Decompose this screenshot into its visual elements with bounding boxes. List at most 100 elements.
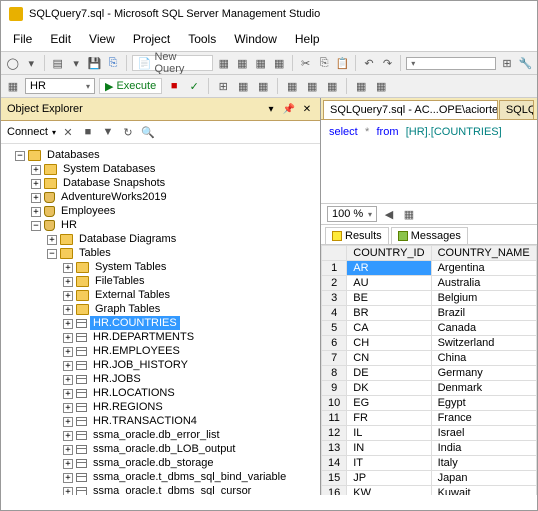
- expand-icon[interactable]: +: [63, 403, 73, 413]
- tree-table-errorlist[interactable]: ssma_oracle.db_error_list: [90, 428, 223, 442]
- tab-sqlquery7[interactable]: SQLQuery7.sql - AC...OPE\aciortea (70))*…: [323, 100, 498, 119]
- tree-table-employees[interactable]: HR.EMPLOYEES: [90, 344, 183, 358]
- new-query-button[interactable]: 📄 New Query: [132, 55, 213, 71]
- oe-stop-icon[interactable]: ■: [80, 124, 96, 140]
- expand-icon[interactable]: +: [63, 319, 73, 329]
- expand-icon[interactable]: −: [31, 221, 41, 231]
- cell-country-id[interactable]: IT: [347, 456, 431, 471]
- database-selector[interactable]: HR▾: [25, 78, 95, 94]
- tree-external-tables[interactable]: External Tables: [92, 288, 173, 302]
- tree-filetables[interactable]: FileTables: [92, 274, 148, 288]
- table-row[interactable]: 11FRFrance1: [322, 411, 538, 426]
- cell-region-id[interactable]: 3: [536, 351, 537, 366]
- tree-table-regions[interactable]: HR.REGIONS: [90, 400, 166, 414]
- cell-region-id[interactable]: 2: [536, 321, 537, 336]
- expand-icon[interactable]: +: [63, 445, 73, 455]
- expand-icon[interactable]: +: [63, 333, 73, 343]
- row-header[interactable]: 13: [322, 441, 347, 456]
- menu-view[interactable]: View: [81, 29, 123, 49]
- opt2-icon[interactable]: ▦: [304, 78, 320, 94]
- db2-icon[interactable]: ▦: [235, 55, 250, 71]
- tree-table-departments[interactable]: HR.DEPARTMENTS: [90, 330, 197, 344]
- expand-icon[interactable]: +: [63, 417, 73, 427]
- table-row[interactable]: 15JPJapan3: [322, 471, 538, 486]
- cell-country-id[interactable]: CN: [347, 351, 431, 366]
- cell-region-id[interactable]: 1: [536, 456, 537, 471]
- menu-project[interactable]: Project: [125, 29, 178, 49]
- cell-country-name[interactable]: Kuwait: [431, 486, 536, 496]
- table-row[interactable]: 13INIndia3: [322, 441, 538, 456]
- expand-icon[interactable]: +: [31, 165, 41, 175]
- table-row[interactable]: 2AUAustralia3: [322, 276, 538, 291]
- tree-db-snapshots[interactable]: Database Snapshots: [60, 176, 168, 190]
- cell-region-id[interactable]: 3: [536, 441, 537, 456]
- expand-icon[interactable]: +: [63, 473, 73, 483]
- table-row[interactable]: 10EGEgypt4: [322, 396, 538, 411]
- tree-table-loboutput[interactable]: ssma_oracle.db_LOB_output: [90, 442, 238, 456]
- grid2-icon[interactable]: ▦: [255, 78, 271, 94]
- row-header[interactable]: 10: [322, 396, 347, 411]
- tree-table-transaction4[interactable]: HR.TRANSACTION4: [90, 414, 200, 428]
- expand-icon[interactable]: +: [63, 291, 73, 301]
- row-header[interactable]: 5: [322, 321, 347, 336]
- row-header[interactable]: 7: [322, 351, 347, 366]
- tree-table-cursor[interactable]: ssma_oracle.t_dbms_sql_cursor: [90, 484, 254, 495]
- tree-db-adventureworks[interactable]: AdventureWorks2019: [58, 190, 170, 204]
- menu-edit[interactable]: Edit: [42, 29, 79, 49]
- cell-region-id[interactable]: 3: [536, 471, 537, 486]
- cell-country-id[interactable]: DE: [347, 366, 431, 381]
- cell-country-id[interactable]: CH: [347, 336, 431, 351]
- pin2-icon[interactable]: 📌: [282, 102, 296, 116]
- cell-country-name[interactable]: Japan: [431, 471, 536, 486]
- zoom-selector[interactable]: 100 %▾: [327, 206, 377, 222]
- table-row[interactable]: 9DKDenmark1: [322, 381, 538, 396]
- cell-region-id[interactable]: 4: [536, 486, 537, 496]
- tools-icon[interactable]: 🔧: [518, 55, 533, 71]
- cell-region-id[interactable]: 2: [536, 306, 537, 321]
- sql-editor[interactable]: select * from [HR].[COUNTRIES]: [321, 120, 537, 204]
- expand-icon[interactable]: +: [63, 361, 73, 371]
- grid-icon[interactable]: ▦: [235, 78, 251, 94]
- oe-disconnect-icon[interactable]: ✕: [60, 124, 76, 140]
- expand-icon[interactable]: +: [63, 459, 73, 469]
- row-header[interactable]: 11: [322, 411, 347, 426]
- cell-country-name[interactable]: Argentina: [431, 261, 536, 276]
- cell-country-id[interactable]: KW: [347, 486, 431, 496]
- row-header[interactable]: 14: [322, 456, 347, 471]
- cell-country-name[interactable]: Australia: [431, 276, 536, 291]
- cell-country-name[interactable]: France: [431, 411, 536, 426]
- solution-icon[interactable]: ⊞: [499, 55, 514, 71]
- execute-button[interactable]: ▶ Execute: [99, 78, 162, 94]
- cell-country-name[interactable]: Denmark: [431, 381, 536, 396]
- tree-table-storage[interactable]: ssma_oracle.db_storage: [90, 456, 216, 470]
- opt3-icon[interactable]: ▦: [324, 78, 340, 94]
- results-grid[interactable]: COUNTRY_ID COUNTRY_NAME REGION_ID 1ARArg…: [321, 245, 537, 495]
- cell-country-name[interactable]: Belgium: [431, 291, 536, 306]
- zoom-prev-icon[interactable]: ◀: [381, 206, 397, 222]
- cell-country-name[interactable]: Israel: [431, 426, 536, 441]
- db-icon[interactable]: ▦: [216, 55, 231, 71]
- col-country-id[interactable]: COUNTRY_ID: [347, 246, 431, 261]
- oe-refresh-icon[interactable]: ↻: [120, 124, 136, 140]
- table-row[interactable]: 1ARArgentina3: [322, 261, 538, 276]
- undo-icon[interactable]: ↶: [361, 55, 376, 71]
- tab-other[interactable]: SQLQ: [499, 100, 534, 119]
- find-combo[interactable]: ▾: [406, 57, 496, 70]
- stop-icon[interactable]: ■: [166, 78, 182, 94]
- table-row[interactable]: 16KWKuwait4: [322, 486, 538, 496]
- cell-country-name[interactable]: Germany: [431, 366, 536, 381]
- close-icon[interactable]: ✕: [300, 102, 314, 116]
- cell-country-id[interactable]: EG: [347, 396, 431, 411]
- cell-region-id[interactable]: 3: [536, 261, 537, 276]
- cell-country-id[interactable]: AU: [347, 276, 431, 291]
- table-row[interactable]: 14ITItaly1: [322, 456, 538, 471]
- expand-icon[interactable]: +: [63, 277, 73, 287]
- expand-icon[interactable]: −: [15, 151, 25, 161]
- expand-icon[interactable]: +: [63, 487, 73, 495]
- save-icon[interactable]: 💾: [87, 55, 102, 71]
- cell-country-name[interactable]: Egypt: [431, 396, 536, 411]
- cell-region-id[interactable]: 1: [536, 291, 537, 306]
- tree-table-locations[interactable]: HR.LOCATIONS: [90, 386, 178, 400]
- cell-country-id[interactable]: FR: [347, 411, 431, 426]
- tree-db-diagrams[interactable]: Database Diagrams: [76, 232, 179, 246]
